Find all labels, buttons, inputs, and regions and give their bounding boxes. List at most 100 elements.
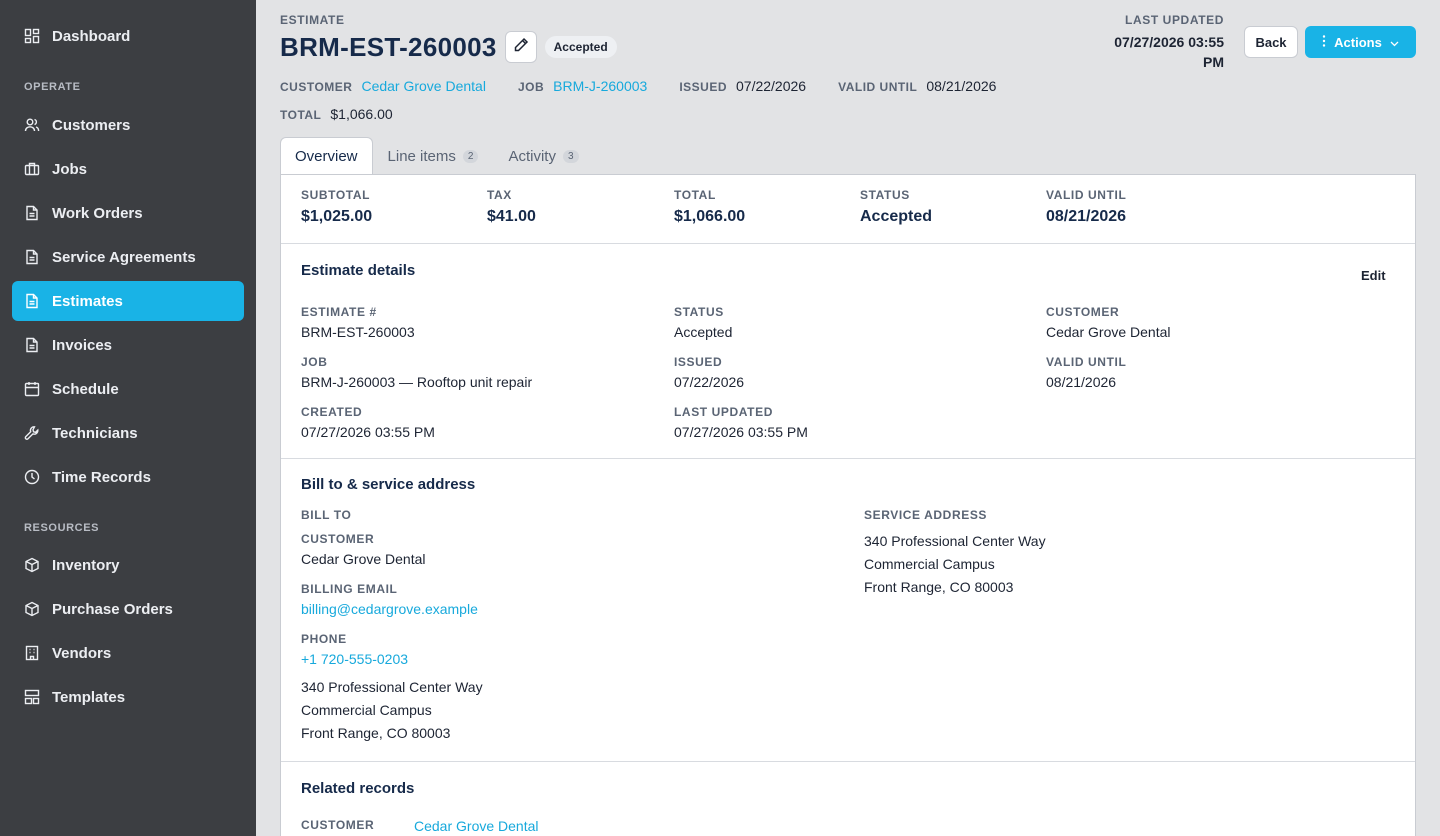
summary-valid-until: VALID UNTIL 08/21/2026 <box>1046 188 1126 226</box>
summary-section: SUBTOTAL $1,025.00 TAX $41.00 TOTAL $1,0… <box>281 175 1415 244</box>
billing-email-link[interactable]: billing@cedargrove.example <box>301 601 478 617</box>
sidebar-item-estimates[interactable]: Estimates <box>12 281 244 321</box>
field-estimate-number: ESTIMATE # BRM-EST-260003 <box>301 305 415 340</box>
related-records-section: Related records CUSTOMER Cedar Grove Den… <box>281 762 1415 836</box>
calendar-icon <box>24 381 40 397</box>
meta-customer-label: CUSTOMER <box>280 80 353 94</box>
clock-icon <box>24 469 40 485</box>
summary-tax: TAX $41.00 <box>487 188 536 226</box>
template-icon <box>24 689 40 705</box>
sidebar-item-label: Work Orders <box>52 204 143 222</box>
section-title: Related records <box>301 780 415 797</box>
field-value: 07/27/2026 03:55 PM <box>674 424 808 440</box>
field-label: STATUS <box>674 305 724 319</box>
phone-link[interactable]: +1 720-555-0203 <box>301 651 408 667</box>
estimate-details-section: Estimate details Edit ESTIMATE # BRM-EST… <box>281 244 1415 459</box>
sidebar-section-operate: OPERATE <box>24 81 81 93</box>
main-content: ESTIMATE BRM-EST-260003 Accepted CUSTOME… <box>256 0 1440 836</box>
section-title: Estimate details <box>301 262 416 279</box>
field-label: BILLING EMAIL <box>301 582 398 596</box>
sidebar-item-label: Service Agreements <box>52 248 196 266</box>
summary-total-label: TOTAL <box>674 188 716 202</box>
actions-button[interactable]: Actions <box>1305 26 1416 58</box>
building-icon <box>24 645 40 661</box>
more-vertical-icon <box>1322 34 1326 50</box>
last-updated: LAST UPDATED 07/27/2026 03:55 PM <box>1104 13 1224 72</box>
page-eyebrow: ESTIMATE <box>280 13 345 27</box>
field-label: CUSTOMER <box>301 532 375 546</box>
sidebar-item-templates[interactable]: Templates <box>12 677 244 717</box>
field-created: CREATED 07/27/2026 03:55 PM <box>301 405 435 440</box>
field-label: VALID UNTIL <box>1046 355 1127 369</box>
bill-to-address: 340 Professional Center Way Commercial C… <box>301 676 483 745</box>
field-value: 08/21/2026 <box>1046 374 1117 390</box>
sidebar-item-invoices[interactable]: Invoices <box>12 325 244 365</box>
meta-job-link[interactable]: BRM-J-260003 <box>553 78 647 94</box>
title-row: BRM-EST-260003 Accepted <box>280 31 617 63</box>
address-line: Commercial Campus <box>301 702 432 718</box>
sidebar-item-jobs[interactable]: Jobs <box>12 149 244 189</box>
document-icon <box>24 293 40 309</box>
back-button[interactable]: Back <box>1244 26 1298 58</box>
address-line: Front Range, CO 80003 <box>301 725 451 741</box>
bill-to-label: BILL TO <box>301 508 352 522</box>
status-badge: Accepted <box>544 36 617 58</box>
field-last-updated: LAST UPDATED 07/27/2026 03:55 PM <box>674 405 808 440</box>
sidebar-item-label: Technicians <box>52 424 138 442</box>
document-icon <box>24 205 40 221</box>
meta-valid-label: VALID UNTIL <box>838 80 918 94</box>
field-value: Accepted <box>674 324 733 340</box>
field-label: ESTIMATE # <box>301 305 377 319</box>
last-updated-label: LAST UPDATED <box>1125 13 1224 27</box>
sidebar-item-label: Vendors <box>52 644 112 662</box>
sidebar-item-inventory[interactable]: Inventory <box>12 545 244 585</box>
bill-to-customer: CUSTOMER Cedar Grove Dental <box>301 532 426 567</box>
meta-customer-link[interactable]: Cedar Grove Dental <box>361 78 486 94</box>
tab-overview[interactable]: Overview <box>280 137 373 175</box>
sidebar-item-dashboard[interactable]: Dashboard <box>12 16 244 56</box>
field-label: PHONE <box>301 632 347 646</box>
address-line: Commercial Campus <box>864 556 995 572</box>
bill-to-email: BILLING EMAIL billing@cedargrove.example <box>301 582 478 617</box>
tab-count: 3 <box>562 150 579 163</box>
field-status: STATUS Accepted <box>674 305 732 340</box>
field-issued: ISSUED 07/22/2026 <box>674 355 744 390</box>
pencil-icon <box>513 37 529 58</box>
summary-total-value: $1,066.00 <box>674 208 746 225</box>
sidebar-item-label: Time Records <box>52 468 151 486</box>
address-line: 340 Professional Center Way <box>301 679 483 695</box>
field-label: CUSTOMER <box>1046 305 1120 319</box>
box-icon <box>24 557 40 573</box>
sidebar-item-label: Invoices <box>52 336 113 354</box>
summary-valid-label: VALID UNTIL <box>1046 188 1127 202</box>
sidebar-item-purchase-orders[interactable]: Purchase Orders <box>12 589 244 629</box>
sidebar-item-schedule[interactable]: Schedule <box>12 369 244 409</box>
field-value: 07/22/2026 <box>674 374 745 390</box>
meta-total-value: $1,066.00 <box>330 106 393 122</box>
edit-details-button[interactable]: Edit <box>1361 268 1386 283</box>
last-updated-value: 07/27/2026 03:55 PM <box>1114 34 1224 70</box>
field-value: BRM-EST-260003 <box>301 324 415 340</box>
sidebar-item-technicians[interactable]: Technicians <box>12 413 244 453</box>
section-title: Bill to & service address <box>301 476 476 493</box>
field-label: JOB <box>301 355 328 369</box>
sidebar-item-vendors[interactable]: Vendors <box>12 633 244 673</box>
address-line: 340 Professional Center Way <box>864 533 1046 549</box>
document-icon <box>24 337 40 353</box>
related-customer-link[interactable]: Cedar Grove Dental <box>414 818 539 834</box>
meta-issued-value: 07/22/2026 <box>736 78 807 94</box>
sidebar-item-work-orders[interactable]: Work Orders <box>12 193 244 233</box>
tab-activity[interactable]: Activity 3 <box>493 137 593 175</box>
overview-panel: SUBTOTAL $1,025.00 TAX $41.00 TOTAL $1,0… <box>280 174 1416 836</box>
sidebar-item-time-records[interactable]: Time Records <box>12 457 244 497</box>
edit-title-button[interactable] <box>504 31 537 63</box>
header-meta-total: TOTAL $1,066.00 <box>280 106 425 122</box>
tab-line-items[interactable]: Line items 2 <box>373 137 494 175</box>
summary-status-label: STATUS <box>860 188 910 202</box>
field-label: ISSUED <box>674 355 723 369</box>
sidebar-item-customers[interactable]: Customers <box>12 105 244 145</box>
sidebar-item-service-agreements[interactable]: Service Agreements <box>12 237 244 277</box>
wrench-icon <box>24 425 40 441</box>
tab-bar: Overview Line items 2 Activity 3 <box>280 137 594 175</box>
users-icon <box>24 117 40 133</box>
